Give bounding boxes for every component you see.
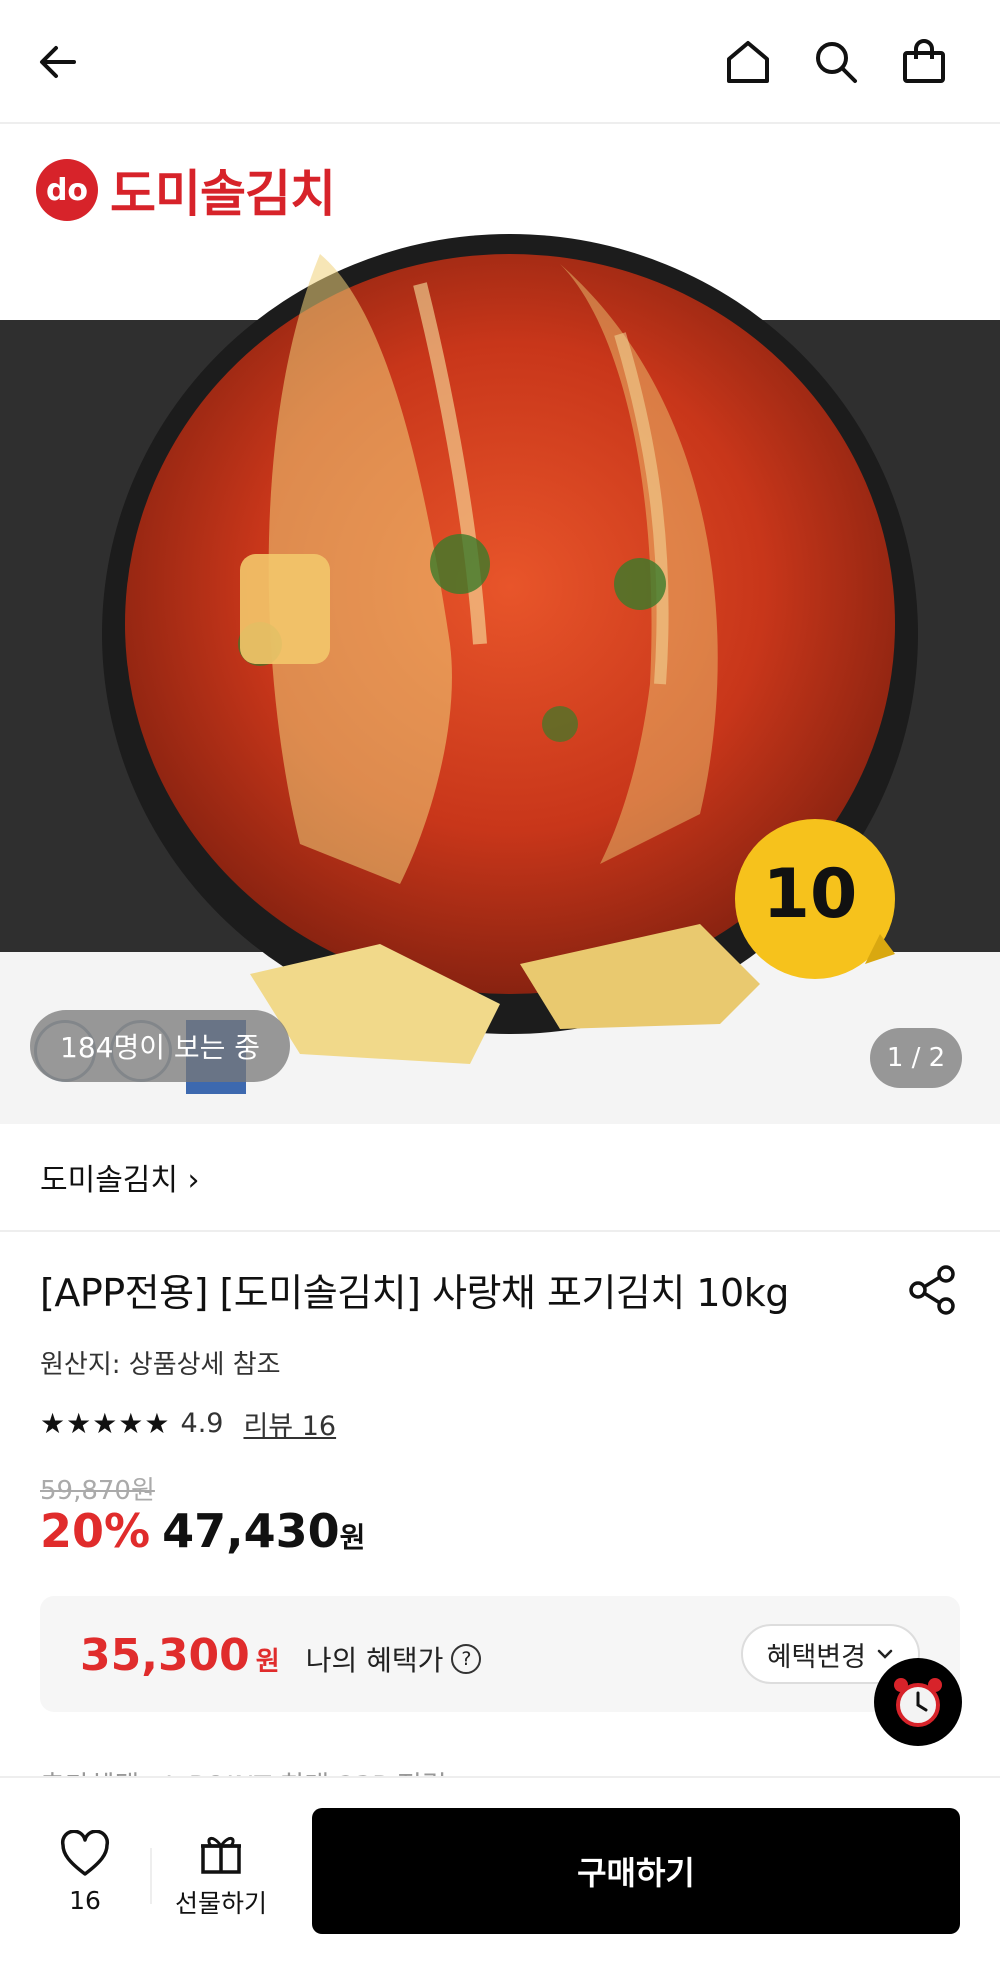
search-icon[interactable]	[806, 32, 866, 92]
heart-icon	[60, 1830, 110, 1876]
sale-price: 47,430원	[162, 1504, 366, 1558]
chevron-down-icon	[877, 1649, 893, 1659]
gift-icon	[201, 1837, 241, 1874]
alarm-clock-icon	[894, 1678, 942, 1727]
help-icon[interactable]: ?	[451, 1644, 482, 1674]
sale-price-row: 20% 47,430원	[40, 1504, 365, 1558]
image-pager-indicator: 1 / 2	[870, 1028, 962, 1088]
like-button[interactable]: 16	[40, 1830, 130, 1915]
divider	[150, 1848, 152, 1904]
viewers-count-badge: 184명이 보는 중	[30, 1010, 291, 1082]
benefit-price-box: 35,300 원 나의 혜택가 ? 혜택변경	[40, 1596, 960, 1712]
rating-row: ★★★★★ 4.9 리뷰 16	[40, 1404, 336, 1443]
review-link[interactable]: 리뷰 16	[243, 1404, 336, 1443]
product-image-carousel[interactable]: do 도미솔김치 10 184명이 보는 중 1 / 2	[0, 124, 1000, 1124]
original-price: 59,870원	[40, 1476, 155, 1506]
star-rating-icon: ★★★★★	[40, 1407, 171, 1440]
top-navigation-bar	[0, 0, 1000, 124]
alarm-clock-button[interactable]	[874, 1658, 962, 1746]
product-origin: 원산지: 상품상세 참조	[40, 1350, 281, 1380]
gift-label: 선물하기	[174, 1889, 267, 1918]
store-name: 도미솔김치 ›	[40, 1163, 200, 1198]
rating-value: 4.9	[180, 1408, 224, 1439]
product-title: [APP전용] [도미솔김치] 사랑채 포기김치 10kg	[40, 1271, 789, 1315]
like-count: 16	[69, 1886, 101, 1915]
benefit-price: 35,300 원 나의 혜택가 ?	[80, 1630, 482, 1681]
gift-button[interactable]: 선물하기	[166, 1828, 276, 1920]
buy-button[interactable]: 구매하기	[312, 1808, 960, 1934]
weight-badge-number: 10	[762, 854, 858, 934]
bottom-action-bar: 16 선물하기 구매하기	[0, 1776, 1000, 1962]
benefit-label: 나의 혜택가 ?	[306, 1639, 482, 1679]
discount-rate: 20%	[40, 1504, 151, 1558]
back-arrow-icon[interactable]	[28, 32, 88, 92]
shopping-bag-icon[interactable]	[894, 32, 954, 92]
store-link[interactable]: 도미솔김치 ›	[0, 1124, 1000, 1232]
share-icon[interactable]	[904, 1262, 960, 1318]
home-icon[interactable]	[718, 32, 778, 92]
